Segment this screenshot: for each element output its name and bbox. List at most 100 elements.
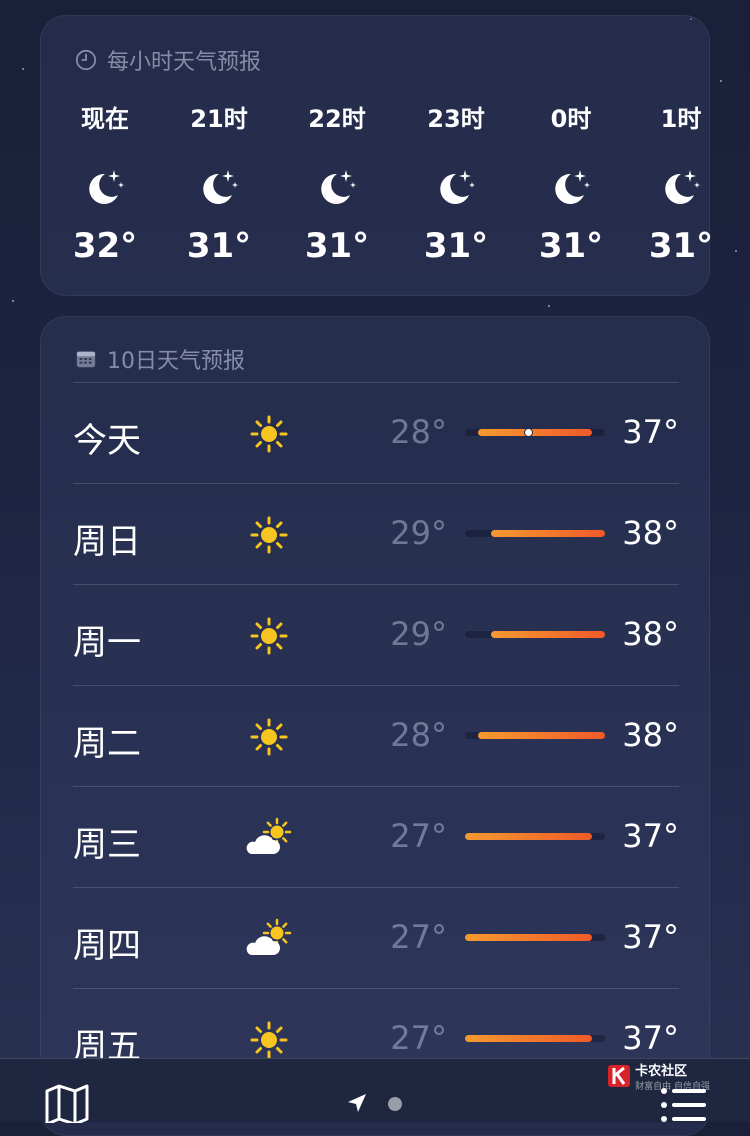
daily-forecast-row[interactable]: 周三 27° 37° (73, 787, 679, 887)
daily-forecast-row[interactable]: 周四 27° 37° (73, 888, 679, 988)
temp-range-bar (465, 833, 593, 840)
hour-column: 0时 31° (521, 104, 621, 266)
star (735, 250, 737, 252)
moon-stars-icon (665, 170, 700, 204)
page-indicator-dot[interactable] (388, 1097, 402, 1111)
star (22, 68, 24, 70)
sun-icon (250, 718, 288, 756)
sun-icon (250, 415, 288, 453)
hourly-forecast-card: 每小时天气预报 现在 32° 21时 31° 22时 31° 23时 31° 0时 31° 1时 31… (40, 15, 713, 296)
day-label: 周日 (73, 522, 141, 562)
hour-icon (287, 168, 387, 212)
temp-range-track (465, 631, 605, 638)
moon-stars-icon (321, 170, 356, 204)
hour-column: 现在 32° (55, 104, 155, 266)
hour-icon (406, 168, 506, 212)
low-temp: 29° (390, 514, 447, 552)
hour-icon (631, 168, 731, 212)
day-label: 今天 (73, 421, 141, 461)
star (720, 80, 722, 82)
hour-icon (169, 168, 269, 212)
low-temp: 28° (390, 413, 447, 451)
moon-stars-icon (555, 170, 590, 204)
day-weather-icon (243, 411, 295, 457)
high-temp: 38° (622, 716, 679, 754)
daily-title: 10日天气预报 (107, 349, 245, 374)
high-temp: 38° (622, 514, 679, 552)
low-temp: 27° (390, 918, 447, 956)
location-arrow-icon[interactable] (345, 1091, 369, 1115)
hour-temp: 31° (538, 226, 604, 266)
high-temp: 37° (622, 918, 679, 956)
hour-label: 21时 (190, 105, 248, 133)
low-temp: 27° (390, 1019, 447, 1057)
daily-forecast-row[interactable]: 周二 28° 38° (73, 686, 679, 786)
day-weather-icon (243, 512, 295, 558)
temp-range-bar (490, 631, 605, 638)
moon-stars-icon (89, 170, 124, 204)
partly-cloudy-icon (246, 817, 292, 854)
high-temp: 37° (622, 817, 679, 855)
hourly-header: 每小时天气预报 (75, 44, 261, 76)
watermark-subtitle: 财富自由 自信自强 (635, 1082, 710, 1092)
day-weather-icon (243, 916, 295, 962)
daily-forecast-row[interactable]: 周日 29° 38° (73, 484, 679, 584)
hour-temp: 31° (186, 226, 252, 266)
temp-range-track (465, 530, 605, 537)
hour-label: 1时 (660, 105, 702, 133)
day-label: 周一 (73, 623, 141, 663)
hour-label: 22时 (308, 105, 366, 133)
temp-range-bar (477, 429, 593, 436)
day-label: 周四 (73, 926, 141, 966)
day-label: 周二 (73, 724, 141, 764)
daily-header: 10日天气预报 (75, 343, 245, 375)
low-temp: 28° (390, 716, 447, 754)
hour-temp: 31° (304, 226, 370, 266)
day-weather-icon (243, 815, 295, 861)
hour-icon (55, 168, 155, 212)
kanong-logo-icon (608, 1065, 631, 1087)
hour-column: 1时 31° (631, 104, 731, 266)
clock-icon (75, 49, 97, 71)
day-weather-icon (243, 1017, 295, 1063)
sun-icon (250, 1021, 288, 1059)
watermark-logo: 卡农社区 财富自由 自信自强 (607, 1060, 710, 1092)
low-temp: 29° (390, 615, 447, 653)
high-temp: 37° (622, 413, 679, 451)
temp-range-track (465, 428, 605, 437)
high-temp: 37° (622, 1019, 679, 1057)
hour-label: 23时 (427, 105, 485, 133)
daily-forecast-card: 10日天气预报 今天 28° 37° 周日 29° 38° 周一 29° 38° 周二 28° 38°… (40, 316, 710, 1136)
temp-range-bar (465, 934, 593, 941)
list-icon[interactable] (660, 1087, 708, 1127)
moon-stars-icon (203, 170, 238, 204)
hour-temp: 32° (72, 226, 138, 266)
temp-range-track (465, 1035, 605, 1042)
moon-stars-icon (440, 170, 475, 204)
day-weather-icon (243, 613, 295, 659)
daily-forecast-row[interactable]: 今天 28° 37° (73, 383, 679, 483)
partly-cloudy-icon (246, 918, 292, 955)
hour-column: 23时 31° (406, 104, 506, 266)
sun-icon (250, 516, 288, 554)
daily-forecast-row[interactable]: 周一 29° 38° (73, 585, 679, 685)
day-weather-icon (243, 714, 295, 760)
temp-range-bar (490, 530, 605, 537)
star (548, 305, 550, 307)
low-temp: 27° (390, 817, 447, 855)
temp-range-track (465, 732, 605, 739)
sun-icon (250, 617, 288, 655)
hour-label: 现在 (81, 105, 129, 133)
hour-column: 22时 31° (287, 104, 387, 266)
watermark-name: 卡农社区 (635, 1064, 688, 1079)
temp-range-track (465, 833, 605, 840)
hour-label: 0时 (550, 105, 592, 133)
temp-range-track (465, 934, 605, 941)
hour-temp: 31° (648, 226, 714, 266)
hourly-title: 每小时天气预报 (107, 50, 262, 75)
hour-icon (521, 168, 621, 212)
day-label: 周三 (73, 825, 141, 865)
hour-temp: 31° (423, 226, 489, 266)
high-temp: 38° (622, 615, 679, 653)
map-icon[interactable] (44, 1083, 90, 1123)
